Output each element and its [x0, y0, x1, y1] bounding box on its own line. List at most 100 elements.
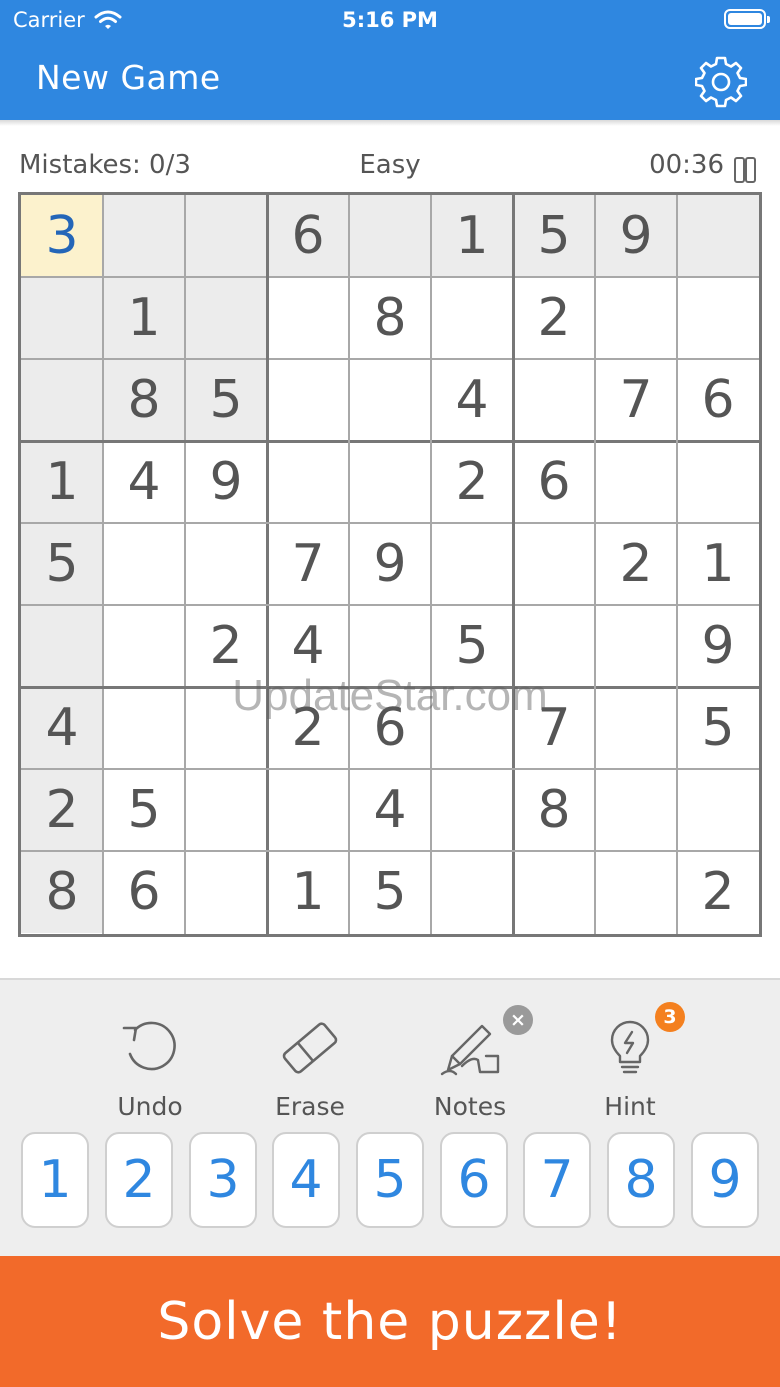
- sudoku-cell[interactable]: 7: [595, 359, 677, 441]
- sudoku-cell[interactable]: 5: [103, 769, 185, 851]
- sudoku-cell[interactable]: [677, 195, 759, 277]
- sudoku-cell[interactable]: [513, 523, 595, 605]
- sudoku-cell[interactable]: 4: [349, 769, 431, 851]
- sudoku-cell[interactable]: [185, 687, 267, 769]
- sudoku-cell[interactable]: 6: [349, 687, 431, 769]
- sudoku-cell[interactable]: [595, 441, 677, 523]
- sudoku-cell[interactable]: 9: [349, 523, 431, 605]
- hint-button[interactable]: 3 Hint: [565, 1002, 695, 1121]
- sudoku-cell[interactable]: [185, 523, 267, 605]
- sudoku-cell[interactable]: [349, 441, 431, 523]
- sudoku-cell[interactable]: [103, 195, 185, 277]
- sudoku-cell[interactable]: [185, 769, 267, 851]
- number-key-1[interactable]: 1: [21, 1132, 89, 1228]
- number-key-9[interactable]: 9: [691, 1132, 759, 1228]
- sudoku-cell[interactable]: 2: [513, 277, 595, 359]
- sudoku-cell[interactable]: [595, 687, 677, 769]
- sudoku-cell[interactable]: 1: [431, 195, 513, 277]
- sudoku-cell[interactable]: 1: [677, 523, 759, 605]
- header-shadow: [0, 120, 780, 126]
- sudoku-cell[interactable]: [513, 851, 595, 933]
- sudoku-cell[interactable]: 2: [431, 441, 513, 523]
- sudoku-cell[interactable]: 5: [185, 359, 267, 441]
- sudoku-cell[interactable]: [595, 851, 677, 933]
- sudoku-cell[interactable]: 2: [677, 851, 759, 933]
- number-key-7[interactable]: 7: [523, 1132, 591, 1228]
- sudoku-cell[interactable]: 4: [431, 359, 513, 441]
- sudoku-cell[interactable]: 7: [513, 687, 595, 769]
- sudoku-cell[interactable]: 5: [349, 851, 431, 933]
- sudoku-cell[interactable]: 1: [21, 441, 103, 523]
- sudoku-cell[interactable]: 6: [103, 851, 185, 933]
- sudoku-cell[interactable]: [185, 851, 267, 933]
- sudoku-cell[interactable]: [21, 605, 103, 687]
- sudoku-cell[interactable]: 6: [267, 195, 349, 277]
- sudoku-cell[interactable]: [185, 195, 267, 277]
- sudoku-cell[interactable]: [431, 769, 513, 851]
- sudoku-cell[interactable]: [21, 277, 103, 359]
- sudoku-cell[interactable]: [431, 523, 513, 605]
- sudoku-cell[interactable]: 4: [267, 605, 349, 687]
- sudoku-cell[interactable]: [267, 359, 349, 441]
- sudoku-cell[interactable]: [595, 769, 677, 851]
- grid-line: [184, 195, 186, 934]
- sudoku-cell[interactable]: 5: [21, 523, 103, 605]
- sudoku-cell[interactable]: 6: [513, 441, 595, 523]
- sudoku-cell[interactable]: 8: [21, 851, 103, 933]
- number-key-8[interactable]: 8: [607, 1132, 675, 1228]
- number-key-5[interactable]: 5: [356, 1132, 424, 1228]
- sudoku-cell[interactable]: [349, 195, 431, 277]
- sudoku-cell[interactable]: 4: [103, 441, 185, 523]
- undo-button[interactable]: Undo: [85, 1010, 215, 1121]
- solve-puzzle-banner[interactable]: Solve the puzzle!: [0, 1256, 780, 1387]
- sudoku-cell[interactable]: 1: [103, 277, 185, 359]
- sudoku-cell[interactable]: 8: [349, 277, 431, 359]
- sudoku-cell[interactable]: [677, 441, 759, 523]
- sudoku-cell[interactable]: 2: [267, 687, 349, 769]
- sudoku-cell[interactable]: [349, 359, 431, 441]
- sudoku-cell[interactable]: [595, 605, 677, 687]
- sudoku-cell[interactable]: [267, 769, 349, 851]
- sudoku-cell[interactable]: [21, 359, 103, 441]
- sudoku-cell[interactable]: [513, 359, 595, 441]
- sudoku-cell[interactable]: [677, 277, 759, 359]
- sudoku-cell[interactable]: [431, 277, 513, 359]
- number-key-2[interactable]: 2: [105, 1132, 173, 1228]
- sudoku-cell[interactable]: [103, 687, 185, 769]
- sudoku-cell[interactable]: 3: [21, 195, 103, 277]
- notes-button[interactable]: × Notes: [405, 1005, 535, 1121]
- sudoku-cell[interactable]: [677, 769, 759, 851]
- sudoku-cell[interactable]: 5: [677, 687, 759, 769]
- sudoku-cell[interactable]: 2: [595, 523, 677, 605]
- erase-button[interactable]: Erase: [245, 1010, 375, 1121]
- sudoku-cell[interactable]: 1: [267, 851, 349, 933]
- sudoku-cell[interactable]: [267, 277, 349, 359]
- sudoku-cell[interactable]: [431, 851, 513, 933]
- sudoku-cell[interactable]: 9: [595, 195, 677, 277]
- sudoku-cell[interactable]: 5: [513, 195, 595, 277]
- sudoku-cell[interactable]: [267, 441, 349, 523]
- number-key-3[interactable]: 3: [189, 1132, 257, 1228]
- sudoku-cell[interactable]: [103, 605, 185, 687]
- sudoku-cell[interactable]: [595, 277, 677, 359]
- sudoku-cell[interactable]: 9: [185, 441, 267, 523]
- sudoku-cell[interactable]: 6: [677, 359, 759, 441]
- sudoku-cell[interactable]: 2: [21, 769, 103, 851]
- sudoku-cell[interactable]: 8: [103, 359, 185, 441]
- sudoku-cell[interactable]: [349, 605, 431, 687]
- gear-icon[interactable]: [695, 56, 747, 108]
- sudoku-cell[interactable]: [431, 687, 513, 769]
- sudoku-cell[interactable]: [103, 523, 185, 605]
- number-key-6[interactable]: 6: [440, 1132, 508, 1228]
- sudoku-cell[interactable]: 2: [185, 605, 267, 687]
- number-key-4[interactable]: 4: [272, 1132, 340, 1228]
- sudoku-cell[interactable]: 5: [431, 605, 513, 687]
- sudoku-cell[interactable]: 4: [21, 687, 103, 769]
- sudoku-cell[interactable]: 8: [513, 769, 595, 851]
- pause-icon[interactable]: [734, 157, 756, 183]
- sudoku-cell[interactable]: 9: [677, 605, 759, 687]
- sudoku-cell[interactable]: 7: [267, 523, 349, 605]
- sudoku-cell[interactable]: [185, 277, 267, 359]
- sudoku-cell[interactable]: [513, 605, 595, 687]
- grid-line: [21, 358, 759, 360]
